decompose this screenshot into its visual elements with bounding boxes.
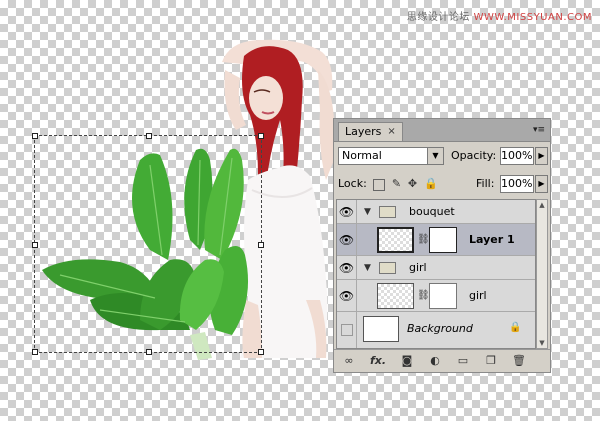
layer-row-girl-group[interactable]: 👁 ▼ girl xyxy=(337,256,535,280)
layer-row-background[interactable]: Background 🔒 xyxy=(337,312,535,348)
new-layer-icon[interactable]: ❐ xyxy=(484,354,498,368)
layer-mask-thumbnail xyxy=(429,283,457,309)
layer-name: girl xyxy=(409,261,427,274)
visibility-toggle[interactable] xyxy=(337,312,357,348)
visibility-toggle[interactable]: 👁 xyxy=(337,256,357,279)
close-icon[interactable]: × xyxy=(387,123,395,141)
panel-menu-icon[interactable]: ▾≡ xyxy=(532,124,546,136)
trash-icon[interactable]: 🗑 xyxy=(512,354,526,368)
opacity-arrow-icon[interactable]: ▶ xyxy=(535,147,548,165)
collapse-triangle-icon[interactable]: ▼ xyxy=(364,207,371,217)
transform-handle-top-left[interactable] xyxy=(32,133,38,139)
link-layers-icon[interactable]: ∞ xyxy=(342,354,356,368)
layers-scrollbar[interactable]: ▲ ▼ xyxy=(536,199,548,349)
transform-handle-right[interactable] xyxy=(258,242,264,248)
layer-thumbnail xyxy=(363,316,399,342)
folder-icon xyxy=(379,206,396,218)
layer-row-girl[interactable]: 👁 ⛓ girl xyxy=(337,280,535,312)
lock-transparent-icon[interactable] xyxy=(373,179,385,191)
eye-icon: 👁 xyxy=(338,232,355,247)
lock-fill-row: Lock: ✎ ✥ 🔒 Fill: 100% ▶ xyxy=(338,175,548,195)
layers-panel: Layers × ▾≡ Normal ▼ Opacity: 100% ▶ Loc… xyxy=(333,118,551,373)
blend-opacity-row: Normal ▼ Opacity: 100% ▶ xyxy=(338,147,548,167)
lock-brush-icon[interactable]: ✎ xyxy=(390,177,403,190)
transform-handle-top-right[interactable] xyxy=(258,133,264,139)
fill-field[interactable]: 100% xyxy=(500,175,534,193)
blend-mode-value: Normal xyxy=(342,149,382,162)
lock-label: Lock: xyxy=(338,177,367,190)
layer-name: girl xyxy=(469,289,487,302)
layer-mask-thumbnail xyxy=(429,227,457,253)
chevron-down-icon: ▼ xyxy=(427,148,443,164)
blend-mode-select[interactable]: Normal ▼ xyxy=(338,147,444,165)
lock-all-icon[interactable]: 🔒 xyxy=(424,177,438,190)
lock-move-icon[interactable]: ✥ xyxy=(406,177,419,190)
eye-icon: 👁 xyxy=(338,204,355,219)
layer-name: Layer 1 xyxy=(469,233,515,246)
add-mask-icon[interactable]: ◙ xyxy=(400,354,414,368)
layers-bottom-bar: ∞ fx. ◙ ◐ ▭ ❐ 🗑 xyxy=(334,349,550,372)
transform-handle-left[interactable] xyxy=(32,242,38,248)
eye-icon: 👁 xyxy=(338,288,355,303)
visibility-toggle[interactable]: 👁 xyxy=(337,224,357,255)
tab-layers-label: Layers xyxy=(345,125,382,138)
layer-thumbnail xyxy=(377,227,414,253)
layer-row-bouquet[interactable]: 👁 ▼ bouquet xyxy=(337,200,535,224)
layer-name: Background xyxy=(407,322,473,335)
collapse-triangle-icon[interactable]: ▼ xyxy=(364,263,371,273)
visibility-toggle[interactable]: 👁 xyxy=(337,280,357,311)
scroll-down-icon[interactable]: ▼ xyxy=(537,338,547,348)
folder-icon xyxy=(379,262,396,274)
opacity-field[interactable]: 100% xyxy=(500,147,534,165)
fill-label: Fill: xyxy=(476,177,495,190)
visibility-toggle[interactable]: 👁 xyxy=(337,200,357,223)
layer-name: bouquet xyxy=(409,205,455,218)
lock-icon: 🔒 xyxy=(509,322,522,333)
transform-bounding-box[interactable] xyxy=(32,133,264,355)
scroll-up-icon[interactable]: ▲ xyxy=(537,200,547,210)
fill-arrow-icon[interactable]: ▶ xyxy=(535,175,548,193)
panel-tabbar: Layers × ▾≡ xyxy=(334,119,550,142)
eye-icon: 👁 xyxy=(338,260,355,275)
layer-thumbnail xyxy=(377,283,414,309)
adjustment-layer-icon[interactable]: ◐ xyxy=(428,354,442,368)
transform-handle-top[interactable] xyxy=(146,133,152,139)
transform-handle-bottom[interactable] xyxy=(146,349,152,355)
visibility-off-box xyxy=(340,324,353,336)
transform-handle-bottom-left[interactable] xyxy=(32,349,38,355)
layers-list: 👁 ▼ bouquet 👁 ⛓ Layer 1 👁 ▼ girl 👁 ⛓ gir… xyxy=(336,199,536,349)
chain-icon: ⛓ xyxy=(417,290,430,301)
chain-icon: ⛓ xyxy=(417,234,430,245)
opacity-label: Opacity: xyxy=(451,149,497,162)
fx-icon[interactable]: fx. xyxy=(368,354,388,368)
tab-layers[interactable]: Layers × xyxy=(338,122,403,141)
layer-row-layer1[interactable]: 👁 ⛓ Layer 1 xyxy=(337,224,535,256)
transform-handle-bottom-right[interactable] xyxy=(258,349,264,355)
new-group-icon[interactable]: ▭ xyxy=(456,354,470,368)
